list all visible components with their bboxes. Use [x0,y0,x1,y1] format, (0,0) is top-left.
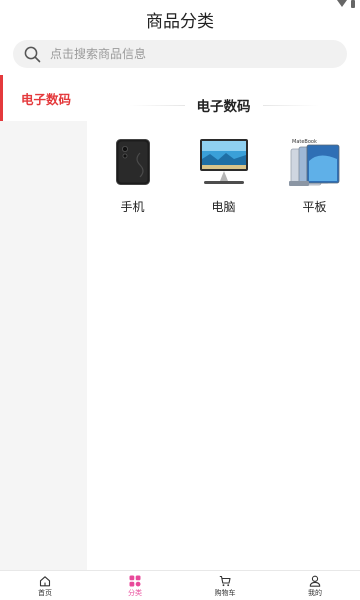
svg-text:MateBook: MateBook [292,139,317,145]
bottom-tab-bar: 首页 分类 购物车 我的 [0,570,360,600]
sidebar-item-electronics[interactable]: 电子数码 [0,75,87,121]
tab-label: 首页 [38,589,52,597]
battery-icon [351,0,355,8]
search-bar[interactable] [13,40,347,68]
divider [128,104,185,106]
tab-label: 我的 [308,589,322,597]
product-item-phone[interactable]: 手机 [87,137,178,215]
section-title: 电子数码 [196,99,251,115]
status-bar [0,0,360,8]
tab-home[interactable]: 首页 [0,571,90,600]
page-title: 商品分类 [146,12,214,32]
tab-label: 分类 [128,589,142,597]
tab-label: 购物车 [214,589,236,597]
category-icon [129,575,141,587]
tab-category[interactable]: 分类 [90,571,180,600]
product-name: 手机 [120,200,145,214]
active-indicator [0,75,3,121]
tab-cart[interactable]: 购物车 [180,571,270,600]
product-name: 平板 [302,200,327,214]
tablet-image: MateBook [282,137,348,187]
search-icon [24,46,41,62]
category-sidebar: 电子数码 [0,75,87,571]
wifi-icon [337,0,347,7]
phone-image [100,137,166,187]
user-icon [309,575,321,587]
cart-icon [219,575,231,587]
search-input[interactable] [50,47,310,61]
sidebar-item-label: 电子数码 [21,91,72,107]
product-name: 电脑 [211,200,236,214]
section-header: 电子数码 [87,95,360,115]
tab-profile[interactable]: 我的 [270,571,360,600]
home-icon [39,576,51,587]
title-bar: 商品分类 [0,8,360,36]
product-item-computer[interactable]: 电脑 [178,137,269,215]
divider [262,104,319,106]
product-grid: 手机 电脑 MateBook 平板 [87,137,360,215]
product-item-tablet[interactable]: MateBook 平板 [269,137,360,215]
category-content: 电子数码 手机 电脑 MateBook 平板 [87,75,360,571]
computer-image [191,137,257,187]
